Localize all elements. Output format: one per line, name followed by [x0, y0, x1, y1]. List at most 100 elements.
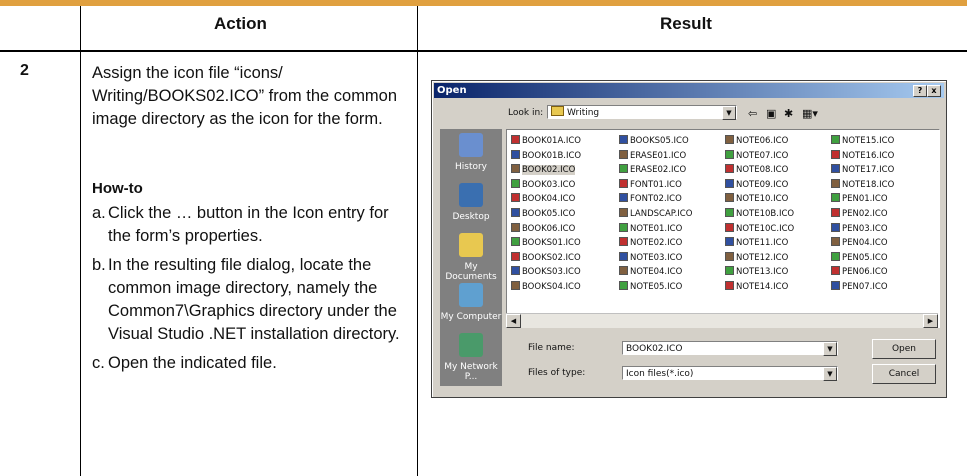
file-item[interactable]: PEN04.ICO [831, 236, 894, 251]
back-icon[interactable]: ⇦ [748, 107, 757, 120]
file-icon [831, 266, 840, 276]
filename-field[interactable]: BOOK02.ICO ▼ [622, 341, 838, 356]
place-my-computer[interactable]: My Computer [440, 279, 502, 329]
file-icon [725, 280, 734, 290]
filetype-select[interactable]: Icon files(*.ico) ▼ [622, 366, 838, 381]
file-icon [619, 135, 628, 144]
file-item[interactable]: BOOK01A.ICO [511, 134, 581, 149]
place-my-documents[interactable]: My Documents [440, 229, 502, 282]
file-item[interactable]: PEN02.ICO [831, 207, 894, 222]
file-list: BOOK01A.ICO BOOK01B.ICO BOOK02.ICO BOOK03.I… [506, 129, 940, 328]
file-icon [511, 207, 520, 217]
horizontal-scrollbar[interactable]: ◀ ▶ [506, 313, 938, 328]
file-icon [619, 193, 628, 203]
file-item[interactable]: NOTE10.ICO [725, 192, 794, 207]
file-item[interactable]: NOTE09.ICO [725, 178, 794, 193]
file-icon [831, 149, 840, 159]
file-item[interactable]: ERASE02.ICO [619, 163, 692, 178]
file-item[interactable]: NOTE18.ICO [831, 178, 894, 193]
file-item[interactable]: NOTE01.ICO [619, 222, 692, 237]
file-item[interactable]: NOTE08.ICO [725, 163, 794, 178]
file-column: NOTE15.ICO NOTE16.ICO NOTE17.ICO NOTE18.ICO… [831, 134, 894, 295]
file-item[interactable]: FONT02.ICO [619, 192, 692, 207]
file-item[interactable]: NOTE15.ICO [831, 134, 894, 149]
result-header: Result [660, 14, 712, 33]
help-button[interactable]: ? [913, 85, 927, 97]
scroll-left-icon[interactable]: ◀ [506, 314, 521, 328]
howto-list: a. Click the … button in the Icon entry f… [92, 202, 414, 375]
file-item[interactable]: NOTE02.ICO [619, 236, 692, 251]
file-item[interactable]: NOTE03.ICO [619, 251, 692, 266]
file-icon [511, 178, 520, 188]
lookin-label: Look in: [508, 108, 544, 118]
file-item[interactable]: FONT01.ICO [619, 178, 692, 193]
file-icon [831, 193, 840, 203]
file-item[interactable]: PEN05.ICO [831, 251, 894, 266]
file-icon [831, 251, 840, 261]
file-item[interactable]: BOOK06.ICO [511, 222, 581, 237]
file-icon [725, 222, 734, 232]
scroll-right-icon[interactable]: ▶ [923, 314, 938, 328]
desktop-icon [459, 183, 483, 207]
file-item[interactable]: NOTE12.ICO [725, 251, 794, 266]
file-item[interactable]: NOTE11.ICO [725, 236, 794, 251]
file-icon [619, 178, 628, 188]
file-icon [725, 237, 734, 247]
file-item[interactable]: NOTE16.ICO [831, 149, 894, 164]
file-icon [511, 193, 520, 203]
file-item[interactable]: BOOKS03.ICO [511, 265, 581, 280]
lookin-combo[interactable]: Writing ▼ [547, 105, 737, 120]
howto-item: b. In the resulting file dialog, locate t… [92, 256, 400, 343]
open-button[interactable]: Open [872, 339, 936, 359]
cancel-button[interactable]: Cancel [872, 364, 936, 384]
file-item[interactable]: NOTE10C.ICO [725, 222, 794, 237]
file-item[interactable]: PEN03.ICO [831, 222, 894, 237]
close-button[interactable]: x [927, 85, 941, 97]
file-item[interactable]: BOOKS02.ICO [511, 251, 581, 266]
file-icon [619, 207, 628, 217]
howto-item: a. Click the … button in the Icon entry f… [92, 204, 389, 245]
place-desktop[interactable]: Desktop [440, 179, 502, 229]
file-icon [831, 178, 840, 188]
new-folder-icon[interactable]: ✱ [784, 107, 793, 120]
file-item[interactable]: BOOK04.ICO [511, 192, 581, 207]
place-history[interactable]: History [440, 129, 502, 179]
file-column: BOOKS05.ICO ERASE01.ICO ERASE02.ICO FONT01.… [619, 134, 692, 295]
file-icon [619, 237, 628, 247]
file-item[interactable]: PEN01.ICO [831, 192, 894, 207]
chevron-down-icon[interactable]: ▼ [823, 342, 837, 356]
file-item[interactable]: NOTE05.ICO [619, 280, 692, 295]
place-network[interactable]: My Network P... [440, 329, 502, 382]
file-icon [725, 207, 734, 217]
up-folder-icon[interactable]: ▣ [766, 107, 776, 120]
file-icon [619, 251, 628, 261]
file-item[interactable]: NOTE13.ICO [725, 265, 794, 280]
history-icon [459, 133, 483, 157]
file-item[interactable]: BOOKS04.ICO [511, 280, 581, 295]
file-item[interactable]: NOTE17.ICO [831, 163, 894, 178]
file-item[interactable]: LANDSCAP.ICO [619, 207, 692, 222]
my-computer-icon [459, 283, 483, 307]
file-icon [511, 164, 520, 174]
file-item[interactable]: PEN06.ICO [831, 265, 894, 280]
file-item[interactable]: NOTE07.ICO [725, 149, 794, 164]
file-icon [619, 222, 628, 232]
file-item[interactable]: BOOK01B.ICO [511, 149, 581, 164]
file-item[interactable]: PEN07.ICO [831, 280, 894, 295]
file-item[interactable]: BOOK02.ICO [511, 163, 581, 178]
file-item[interactable]: ERASE01.ICO [619, 149, 692, 164]
file-item[interactable]: BOOKS01.ICO [511, 236, 581, 251]
view-menu-icon[interactable]: ▦▾ [802, 107, 818, 120]
file-item[interactable]: BOOK05.ICO [511, 207, 581, 222]
chevron-down-icon[interactable]: ▼ [823, 367, 837, 381]
action-header: Action [214, 14, 267, 33]
file-item[interactable]: NOTE04.ICO [619, 265, 692, 280]
file-item[interactable]: NOTE10B.ICO [725, 207, 794, 222]
file-item[interactable]: NOTE14.ICO [725, 280, 794, 295]
file-item[interactable]: BOOKS05.ICO [619, 134, 692, 149]
chevron-down-icon[interactable]: ▼ [722, 106, 736, 120]
file-icon [511, 149, 520, 159]
file-item[interactable]: BOOK03.ICO [511, 178, 581, 193]
file-item[interactable]: NOTE06.ICO [725, 134, 794, 149]
dialog-title: Open [437, 85, 467, 96]
